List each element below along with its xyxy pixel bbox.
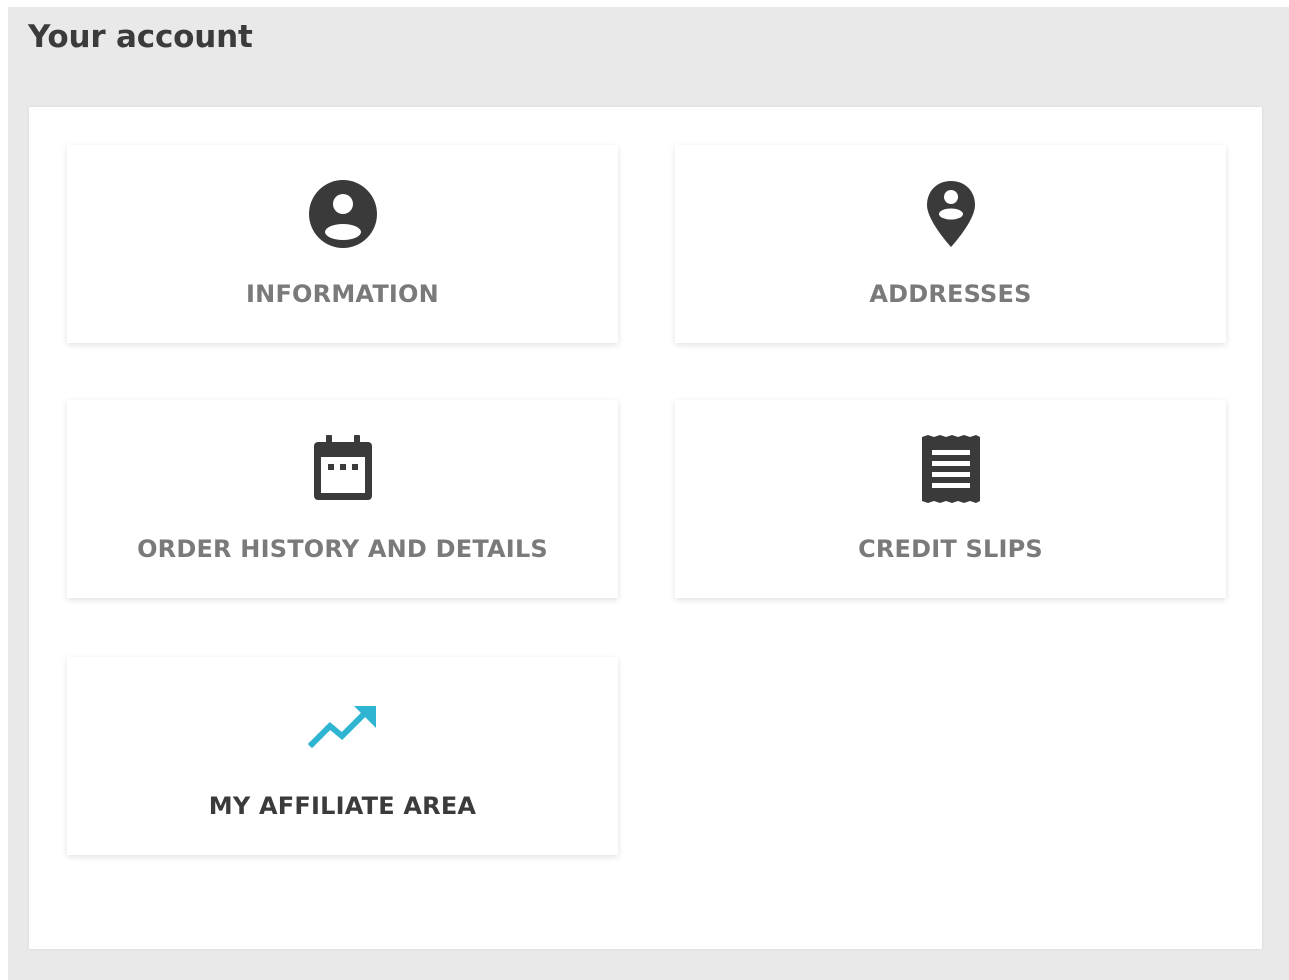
- account-circle-icon: [308, 179, 378, 249]
- receipt-icon: [916, 434, 986, 504]
- account-links-panel: INFORMATION ADDRESSES ORDER HISTORY AND …: [29, 107, 1262, 949]
- page-frame: Your account INFORMATION ADDRESSES ORDER…: [8, 7, 1289, 980]
- account-link-label: ADDRESSES: [869, 280, 1032, 308]
- account-link-label: CREDIT SLIPS: [858, 535, 1043, 563]
- calendar-icon: [308, 434, 378, 504]
- account-link-label: MY AFFILIATE AREA: [208, 792, 477, 820]
- account-link-label: ORDER HISTORY AND DETAILS: [137, 535, 548, 563]
- account-link-order-history[interactable]: ORDER HISTORY AND DETAILS: [67, 400, 618, 598]
- page-title: Your account: [28, 19, 253, 55]
- account-link-label: INFORMATION: [246, 280, 439, 308]
- account-link-affiliate-area[interactable]: MY AFFILIATE AREA: [67, 657, 618, 855]
- location-pin-icon: [916, 179, 986, 249]
- account-link-credit-slips[interactable]: CREDIT SLIPS: [675, 400, 1226, 598]
- account-link-information[interactable]: INFORMATION: [67, 145, 618, 343]
- account-link-addresses[interactable]: ADDRESSES: [675, 145, 1226, 343]
- trending-up-icon: [307, 691, 378, 761]
